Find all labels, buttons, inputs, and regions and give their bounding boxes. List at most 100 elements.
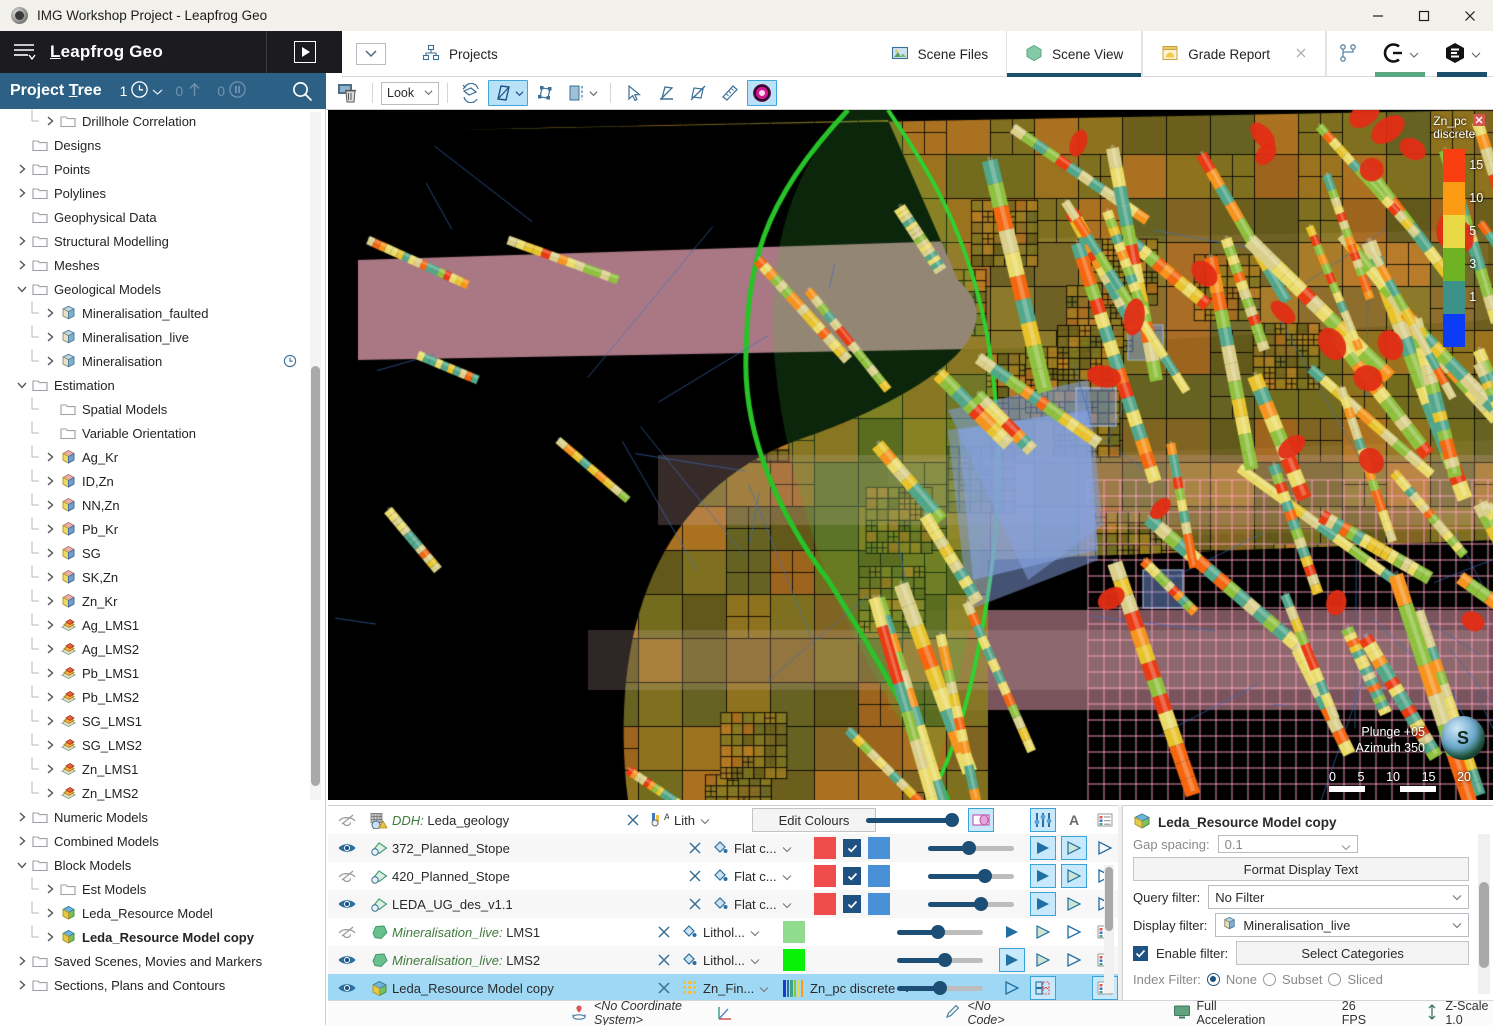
colour-swatch-secondary[interactable] [868, 865, 890, 887]
chevron-down-icon[interactable] [782, 869, 792, 884]
compass-widget[interactable]: S [1441, 716, 1485, 760]
hidden-eye-icon[interactable] [328, 813, 366, 827]
chevron-right-icon[interactable] [42, 715, 58, 727]
shape-list-row[interactable]: Leda_Resource Model copyZn_Fin...Zn_pc d… [328, 974, 1118, 1000]
draw-line-icon[interactable] [651, 80, 681, 106]
axes-toggle[interactable] [716, 1004, 734, 1022]
transparent-fill-icon[interactable] [1061, 836, 1087, 860]
shape-list-scrollbar[interactable] [1104, 865, 1114, 993]
colour-swatch-primary[interactable] [814, 865, 836, 887]
slider-track[interactable] [866, 815, 952, 825]
visible-eye-icon[interactable] [328, 953, 366, 967]
chevron-right-icon[interactable] [42, 787, 58, 799]
colour-swatch-secondary[interactable] [868, 837, 890, 859]
delete-scene-icon[interactable] [334, 80, 364, 106]
block-edges-icon[interactable] [1030, 976, 1056, 1000]
tree-item-variable-orientation[interactable]: Variable Orientation [0, 421, 325, 445]
colour-swatch-primary[interactable] [814, 893, 836, 915]
chevron-right-icon[interactable] [42, 691, 58, 703]
look-mode-dropdown[interactable]: Look [381, 82, 439, 105]
tree-item-structural-modelling[interactable]: Structural Modelling [0, 229, 325, 253]
coordinate-system-status[interactable]: <No Coordinate System> [570, 999, 702, 1025]
scrollbar-thumb[interactable] [311, 366, 320, 786]
tab-grade-report[interactable]: Grade Report [1142, 31, 1326, 77]
chevron-down-icon[interactable] [14, 284, 30, 294]
chevron-right-icon[interactable] [42, 907, 58, 919]
filter-sliders-icon[interactable] [1030, 808, 1056, 832]
chevron-right-icon[interactable] [42, 547, 58, 559]
minimize-button[interactable] [1355, 0, 1401, 31]
visible-eye-icon[interactable] [328, 981, 366, 995]
chevron-down-icon[interactable] [782, 897, 792, 912]
chevron-right-icon[interactable] [42, 331, 58, 343]
counter-paused[interactable]: 0 [217, 80, 247, 102]
tree-item-geophysical-data[interactable]: Geophysical Data [0, 205, 325, 229]
colour-swatch-primary[interactable] [814, 837, 836, 859]
colour-checkbox[interactable] [843, 867, 861, 885]
solid-fill-icon[interactable] [999, 920, 1025, 944]
remove-icon[interactable] [678, 869, 712, 883]
scene-view-3d[interactable]: Zn_pc discrete 1510531 Plunge +05 Azimut… [328, 110, 1493, 800]
chevron-right-icon[interactable] [14, 163, 30, 175]
wireframe-icon[interactable] [999, 976, 1025, 1000]
legend-toggle-icon[interactable] [968, 808, 994, 832]
tree-item-sections-plans-and-contours[interactable]: Sections, Plans and Contours [0, 973, 325, 997]
colour-checkbox[interactable] [843, 895, 861, 913]
attribute-selector[interactable]: Lithol... [681, 951, 779, 970]
opacity-slider[interactable] [928, 843, 1024, 853]
hidden-eye-icon[interactable] [328, 869, 366, 883]
slider-track[interactable] [897, 983, 983, 993]
chevron-right-icon[interactable] [42, 643, 58, 655]
remove-icon[interactable] [678, 841, 712, 855]
opacity-slider[interactable] [928, 871, 1024, 881]
slider-track[interactable] [928, 899, 1014, 909]
tree-item-mineralisation[interactable]: Mineralisation [0, 349, 325, 373]
chevron-right-icon[interactable] [42, 595, 58, 607]
tree-item-ag-lms2[interactable]: Ag_LMS2 [0, 637, 325, 661]
tree-item-ag-kr[interactable]: Ag_Kr [0, 445, 325, 469]
tree-item-mineralisation-faulted[interactable]: Mineralisation_faulted [0, 301, 325, 325]
attribute-selector[interactable]: Zn_Fin... [681, 979, 779, 998]
branch-slot[interactable] [1326, 31, 1369, 77]
solid-fill-icon[interactable] [1030, 892, 1056, 916]
remove-icon[interactable] [616, 813, 650, 827]
chevron-right-icon[interactable] [14, 235, 30, 247]
shape-list-row[interactable]: 372_Planned_StopeFlat c... [328, 834, 1118, 862]
chevron-right-icon[interactable] [42, 667, 58, 679]
tab-scene-view[interactable]: Scene View [1006, 31, 1142, 77]
close-button[interactable] [1447, 0, 1493, 31]
shape-list-row[interactable]: DDH: Leda_geologyALithEdit ColoursA [328, 806, 1118, 834]
chevron-right-icon[interactable] [14, 955, 30, 967]
counter-uploads[interactable]: 0 [175, 80, 203, 102]
project-tree-panel[interactable]: Drillhole CorrelationDesignsPointsPolyli… [0, 109, 326, 1025]
counter-processing[interactable]: 1 [120, 80, 164, 102]
remove-icon[interactable] [678, 897, 712, 911]
colour-swatch-secondary[interactable] [868, 893, 890, 915]
attribute-selector[interactable]: Flat c... [712, 839, 810, 858]
slider-track[interactable] [928, 871, 1014, 881]
project-tree-scrollbar[interactable] [310, 112, 321, 800]
attribute-selector[interactable]: Flat c... [712, 867, 810, 886]
chevron-right-icon[interactable] [14, 835, 30, 847]
opacity-slider[interactable] [897, 983, 993, 993]
chevron-right-icon[interactable] [42, 883, 58, 895]
tree-item-zn-lms1[interactable]: Zn_LMS1 [0, 757, 325, 781]
chevron-down-icon[interactable] [14, 380, 30, 390]
shape-list-row[interactable]: Mineralisation_live: LMS1Lithol... [328, 918, 1118, 946]
central-slot[interactable] [1369, 31, 1431, 77]
chevron-down-icon[interactable] [750, 953, 760, 968]
tree-item-sg[interactable]: SG [0, 541, 325, 565]
tree-item-estimation[interactable]: Estimation [0, 373, 325, 397]
enable-filter-checkbox[interactable] [1133, 946, 1148, 961]
attribute-selector[interactable]: Flat c... [712, 895, 810, 914]
attribute-selector[interactable]: Lithol... [681, 923, 779, 942]
tree-item-nn-zn[interactable]: NN,Zn [0, 493, 325, 517]
tree-item-ag-lms1[interactable]: Ag_LMS1 [0, 613, 325, 637]
slider-track[interactable] [928, 843, 1014, 853]
chevron-down-icon[interactable] [14, 860, 30, 870]
move-plane-icon[interactable] [530, 80, 560, 106]
properties-panel[interactable]: Leda_Resource Model copy Gap spacing: 0.… [1122, 805, 1493, 1000]
tree-item-numeric-models[interactable]: Numeric Models [0, 805, 325, 829]
legend-close-icon[interactable] [1473, 114, 1485, 126]
chevron-down-icon[interactable] [1471, 47, 1481, 62]
